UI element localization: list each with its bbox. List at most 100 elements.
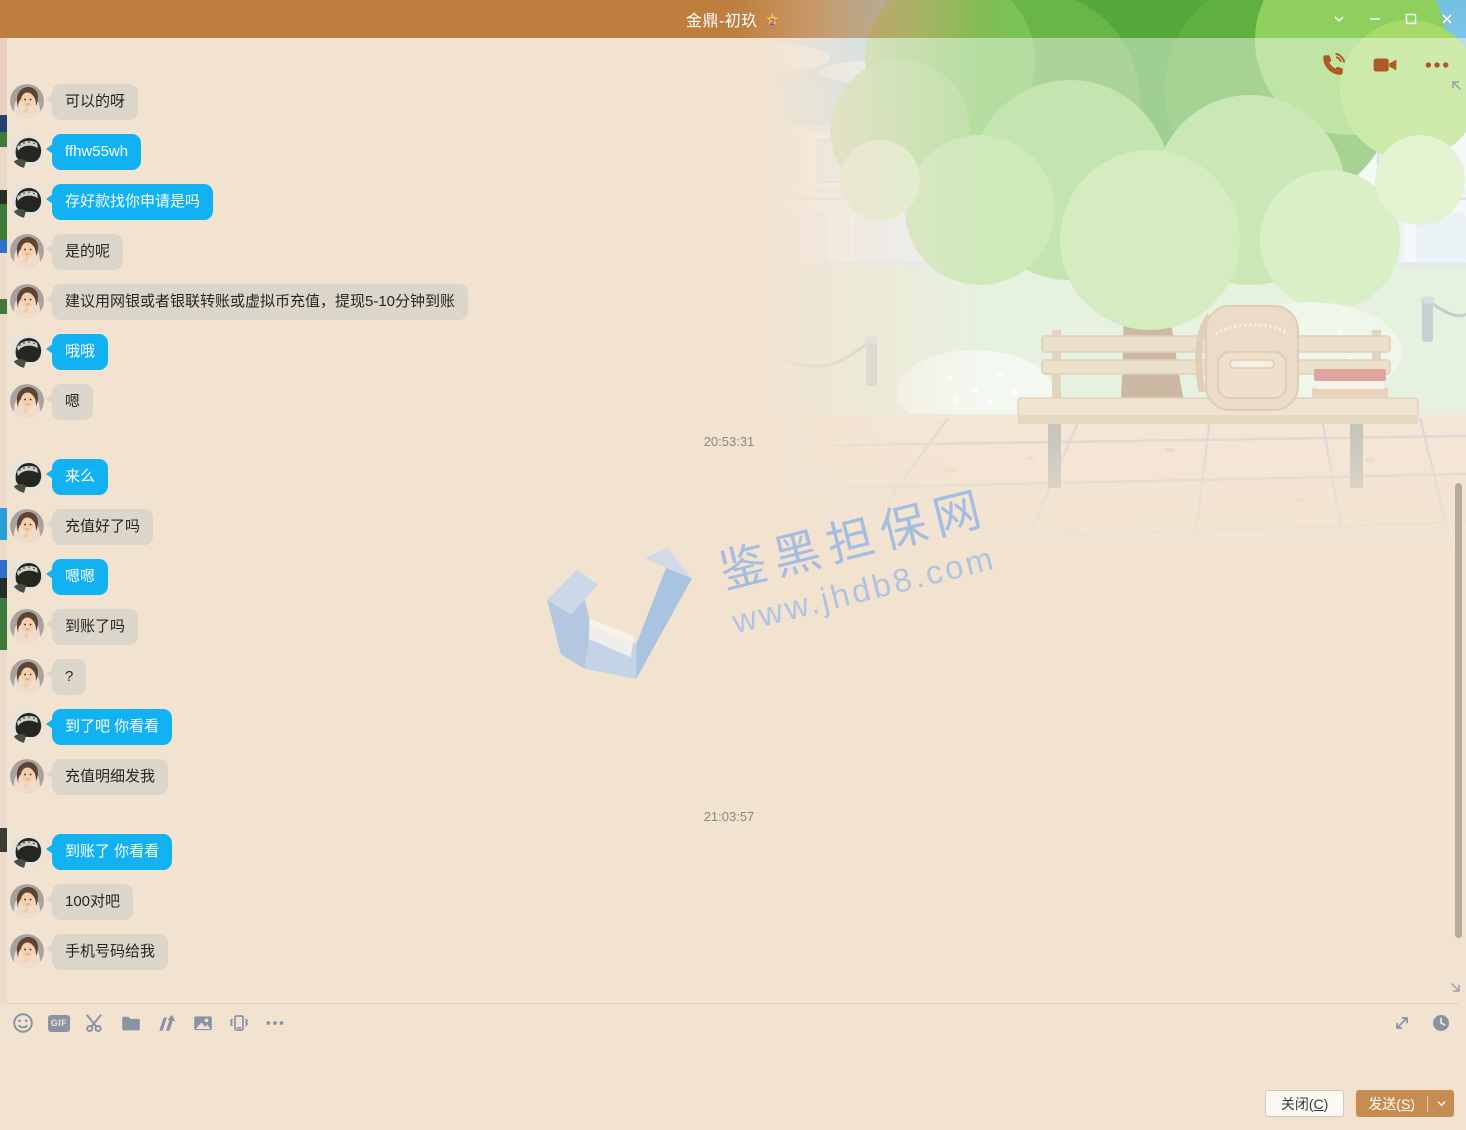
message-text: ffhw55wh	[65, 143, 128, 160]
video-call-icon[interactable]	[1370, 50, 1400, 80]
avatar[interactable]	[10, 184, 44, 218]
chat-message-row: 是的呢	[10, 234, 1448, 270]
chat-bubble[interactable]: 手机号码给我	[52, 934, 168, 970]
gif-icon[interactable]: GIF	[48, 1012, 70, 1034]
female-avatar-image	[10, 84, 44, 118]
share-forward-icon[interactable]	[156, 1012, 178, 1034]
chat-bubble[interactable]: ffhw55wh	[52, 134, 141, 170]
message-text: ?	[65, 668, 73, 685]
maximize-button[interactable]	[1398, 6, 1424, 32]
avatar[interactable]	[10, 609, 44, 643]
toolbar-right	[1391, 1007, 1452, 1039]
more-options-icon[interactable]	[1422, 50, 1452, 80]
send-file-folder-icon[interactable]	[120, 1012, 142, 1034]
message-text: 建议用网银或者银联转账或虚拟币充值，提现5-10分钟到账	[65, 293, 455, 310]
emoji-icon[interactable]	[12, 1012, 34, 1034]
message-list: 可以的呀 ffhw55wh	[10, 84, 1448, 970]
chat-message-row: 充值好了吗	[10, 509, 1448, 545]
female-avatar-image	[10, 234, 44, 268]
female-avatar-image	[10, 759, 44, 793]
scroll-to-bottom-icon[interactable]	[1449, 981, 1463, 1000]
close-button[interactable]	[1434, 6, 1460, 32]
voice-call-icon[interactable]	[1318, 50, 1348, 80]
close-label: 关闭(	[1281, 1094, 1314, 1114]
minimize-button[interactable]	[1362, 6, 1388, 32]
chat-bubble[interactable]: ?	[52, 659, 86, 695]
title-bar: 金鼎-初玖 ★2	[0, 0, 1466, 38]
close-chat-button[interactable]: 关闭(C)	[1265, 1090, 1344, 1117]
chat-bubble[interactable]: 充值明细发我	[52, 759, 168, 795]
window-shake-icon[interactable]	[228, 1012, 250, 1034]
send-button-group: 发送(S)	[1356, 1090, 1454, 1117]
avatar[interactable]	[10, 509, 44, 543]
window-controls	[1326, 0, 1460, 38]
chat-bubble[interactable]: 是的呢	[52, 234, 123, 270]
chat-bubble[interactable]: 可以的呀	[52, 84, 138, 120]
chat-message-row: 100对吧	[10, 884, 1448, 920]
female-avatar-image	[10, 609, 44, 643]
header-actions	[1318, 50, 1452, 80]
avatar[interactable]	[10, 84, 44, 118]
female-avatar-image	[10, 284, 44, 318]
chat-bubble[interactable]: 哦哦	[52, 334, 108, 370]
avatar[interactable]	[10, 834, 44, 868]
message-text: 手机号码给我	[65, 943, 155, 960]
send-options-chevron[interactable]	[1428, 1098, 1454, 1109]
avatar[interactable]	[10, 884, 44, 918]
chat-bubble[interactable]: 100对吧	[52, 884, 133, 920]
chat-bubble[interactable]: 到账了吗	[52, 609, 138, 645]
avatar[interactable]	[10, 659, 44, 693]
chat-bubble[interactable]: 建议用网银或者银联转账或虚拟币充值，提现5-10分钟到账	[52, 284, 468, 320]
chevron-down-icon[interactable]	[1326, 6, 1352, 32]
more-tools-icon[interactable]	[264, 1012, 286, 1034]
message-text: 嗯	[65, 393, 80, 410]
image-icon[interactable]	[192, 1012, 214, 1034]
chat-message-row: 充值明细发我	[10, 759, 1448, 795]
avatar[interactable]	[10, 759, 44, 793]
close-label-end: )	[1324, 1096, 1329, 1112]
chat-bubble[interactable]: 存好款找你申请是吗	[52, 184, 213, 220]
avatar[interactable]	[10, 709, 44, 743]
avatar[interactable]	[10, 459, 44, 493]
chat-bubble[interactable]: 到了吧 你看看	[52, 709, 172, 745]
timestamp: 21:03:57	[10, 809, 1448, 824]
send-button[interactable]: 发送(S)	[1356, 1094, 1427, 1114]
female-avatar-image	[10, 884, 44, 918]
female-avatar-image	[10, 509, 44, 543]
chat-message-row: 嗯嗯	[10, 559, 1448, 595]
gif-label: GIF	[48, 1015, 71, 1032]
chat-window: 鉴黑担保网 www.jhdb8.com	[0, 0, 1466, 1130]
avatar[interactable]	[10, 934, 44, 968]
expand-window-icon[interactable]	[1391, 1012, 1413, 1034]
message-history-clock-icon[interactable]	[1430, 1012, 1452, 1034]
avatar[interactable]	[10, 334, 44, 368]
scroll-to-top-icon[interactable]	[1449, 78, 1463, 97]
male-avatar-image	[10, 184, 44, 218]
chat-message-row: 来么	[10, 459, 1448, 495]
male-avatar-image	[10, 559, 44, 593]
chat-bubble[interactable]: 嗯嗯	[52, 559, 108, 595]
scrollbar-thumb[interactable]	[1455, 483, 1462, 938]
avatar[interactable]	[10, 559, 44, 593]
chat-message-row: 到了吧 你看看	[10, 709, 1448, 745]
send-label: 发送(	[1368, 1094, 1401, 1114]
send-label-end: )	[1410, 1096, 1415, 1112]
chat-message-row: ?	[10, 659, 1448, 695]
close-hotkey: C	[1314, 1096, 1324, 1112]
chat-bubble[interactable]: 充值好了吗	[52, 509, 153, 545]
chat-bubble[interactable]: 嗯	[52, 384, 93, 420]
chat-bubble[interactable]: 到账了 你看看	[52, 834, 172, 870]
chat-message-row: 到账了吗	[10, 609, 1448, 645]
avatar[interactable]	[10, 134, 44, 168]
window-title: 金鼎-初玖	[686, 7, 758, 31]
screenshot-scissors-icon[interactable]	[84, 1012, 106, 1034]
message-text: 到账了 你看看	[65, 843, 159, 860]
toolbar: GIF	[12, 1007, 286, 1039]
avatar[interactable]	[10, 234, 44, 268]
male-avatar-image	[10, 709, 44, 743]
message-text: 嗯嗯	[65, 568, 95, 585]
chat-bubble[interactable]: 来么	[52, 459, 108, 495]
avatar[interactable]	[10, 284, 44, 318]
avatar[interactable]	[10, 384, 44, 418]
chat-message-row: ffhw55wh	[10, 134, 1448, 170]
